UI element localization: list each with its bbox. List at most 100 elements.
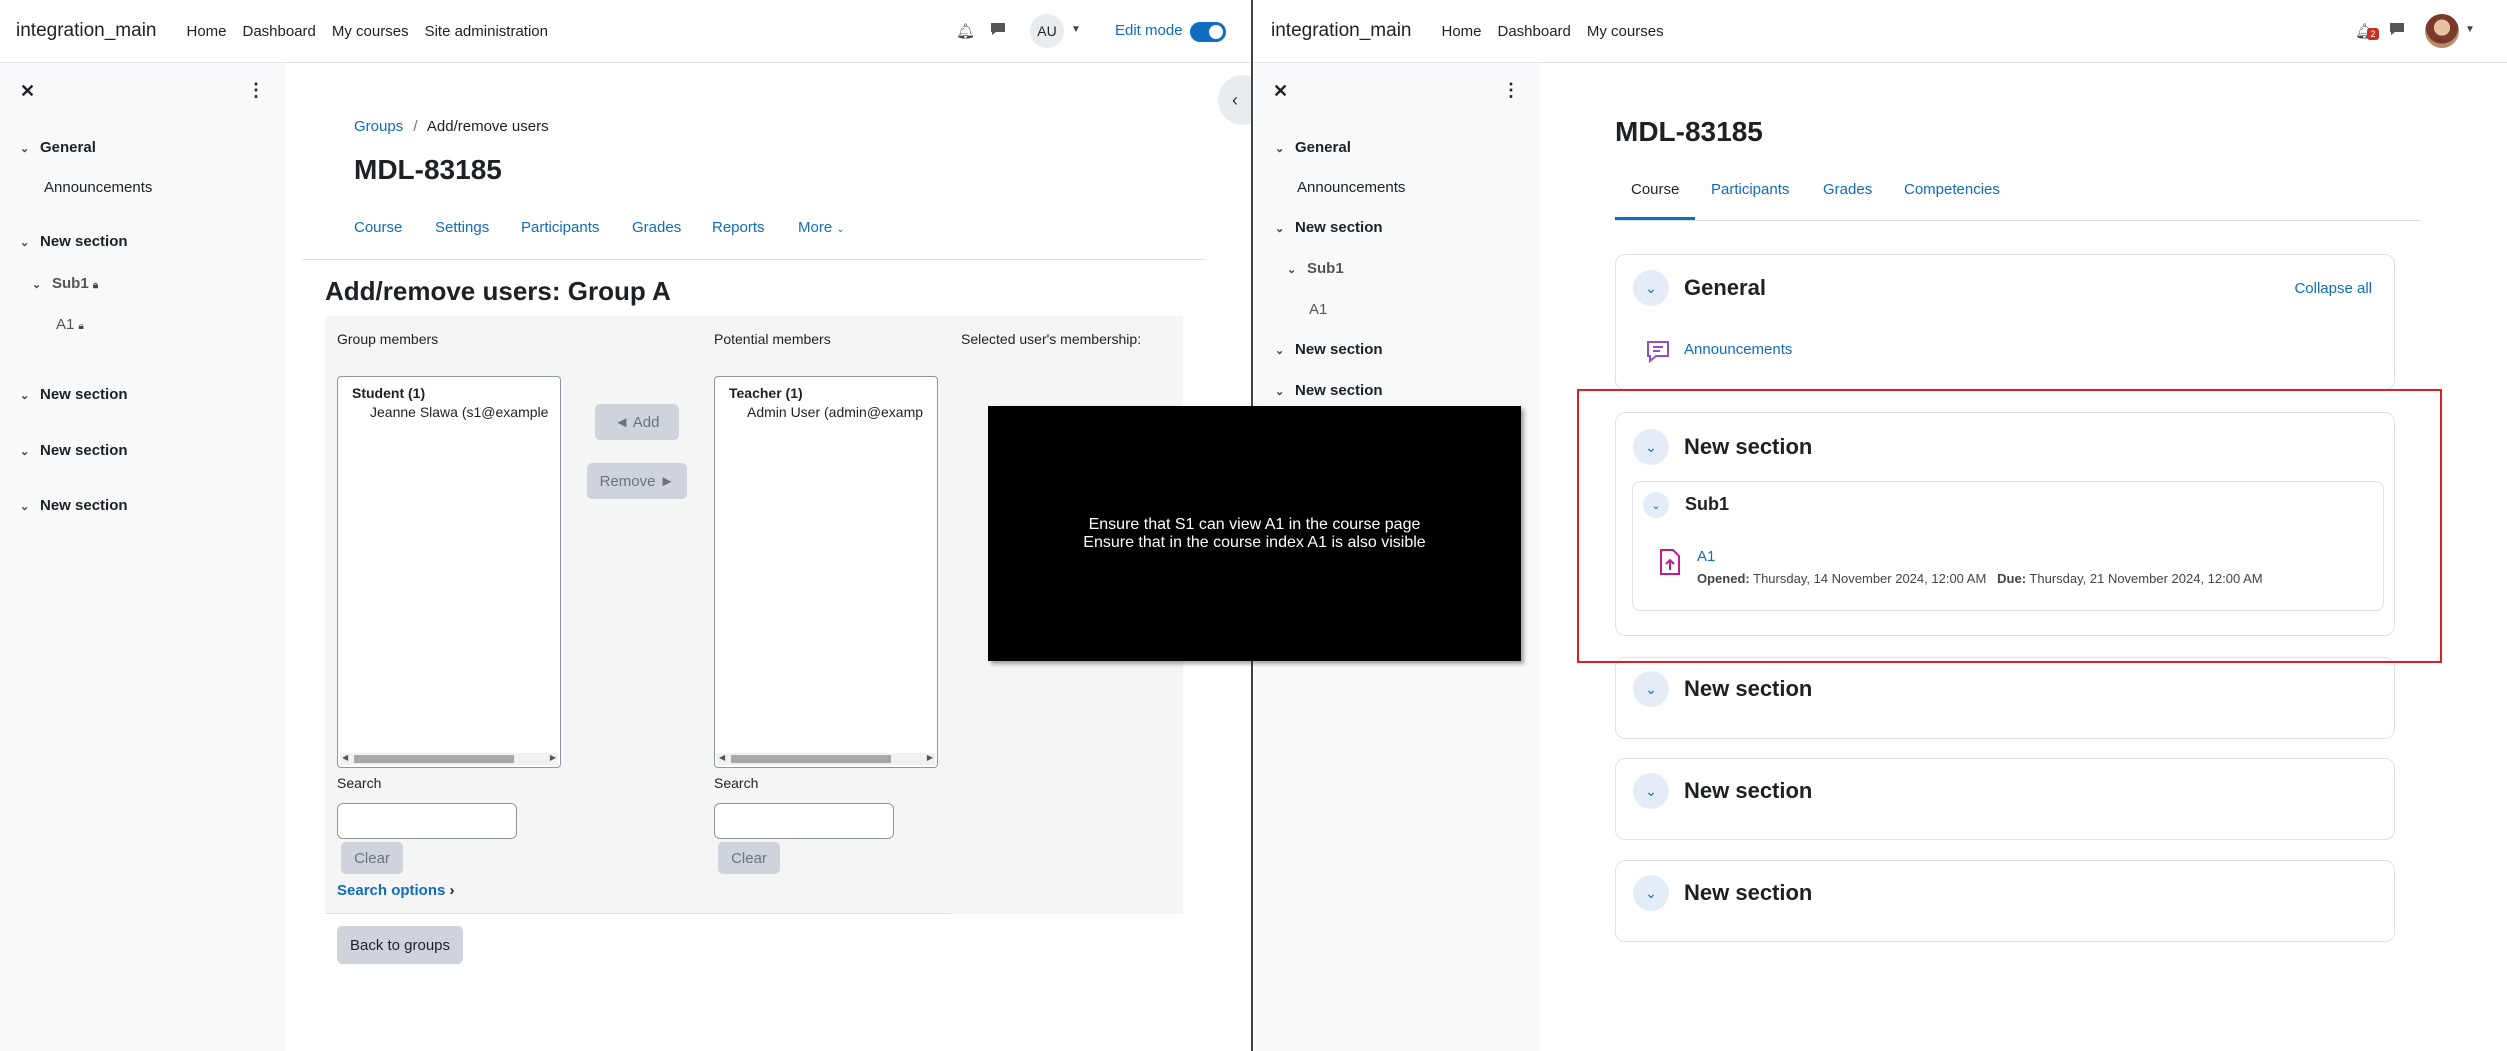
- page-heading: Add/remove users: Group A: [325, 276, 671, 306]
- chevron-down-icon[interactable]: ⌄: [1633, 270, 1669, 306]
- chevron-down-icon[interactable]: ⌄: [1275, 222, 1295, 235]
- breadcrumb: Groups / Add/remove users: [354, 118, 549, 135]
- chevron-down-icon[interactable]: ⌄: [1287, 263, 1307, 276]
- more-options-icon[interactable]: ⋮: [247, 80, 265, 101]
- instruction-line: Ensure that S1 can view A1 in the course…: [1088, 515, 1421, 533]
- nav-my-courses[interactable]: My courses: [1587, 23, 1664, 40]
- tab-grades[interactable]: Grades: [632, 219, 681, 236]
- chevron-down-icon[interactable]: ⌄: [1633, 773, 1669, 809]
- chevron-down-icon[interactable]: ⌄: [20, 389, 40, 402]
- nav-home[interactable]: Home: [1441, 23, 1481, 40]
- course-index-activity[interactable]: Announcements: [1297, 179, 1405, 196]
- chat-icon[interactable]: [2389, 21, 2405, 41]
- course-index-activity[interactable]: Announcements: [44, 179, 152, 196]
- collapse-all-link[interactable]: Collapse all: [2294, 280, 2372, 297]
- search-options-link[interactable]: Search options ›: [337, 882, 455, 899]
- section-card-general: ⌄ General Collapse all Announcements: [1615, 254, 2395, 390]
- horizontal-scrollbar[interactable]: ◀ ▶: [717, 753, 935, 765]
- tabs-divider: [303, 259, 1205, 260]
- course-index-section[interactable]: ⌄ New section: [1275, 341, 1383, 358]
- selected-membership-label: Selected user's membership:: [961, 331, 1142, 347]
- chevron-down-icon: ⌄: [836, 224, 845, 235]
- nav-my-courses[interactable]: My courses: [332, 23, 409, 40]
- tab-reports[interactable]: Reports: [712, 219, 765, 236]
- bell-icon[interactable]: 🔔︎: [956, 22, 975, 40]
- group-members-search-input[interactable]: [337, 803, 517, 839]
- clear-button[interactable]: Clear: [718, 842, 780, 874]
- breadcrumb-groups[interactable]: Groups: [354, 118, 403, 135]
- course-index-subsection[interactable]: ⌄ Sub1 🔒︎: [32, 275, 98, 292]
- top-navbar: integration_main Home Dashboard My cours…: [0, 0, 1251, 63]
- course-index-section[interactable]: ⌄ New section: [20, 233, 128, 250]
- listbox-option[interactable]: Jeanne Slawa (s1@example: [370, 404, 548, 420]
- course-index-section[interactable]: ⌄ New section: [20, 497, 128, 514]
- chevron-down-icon[interactable]: ⌄: [20, 500, 40, 513]
- tab-competencies[interactable]: Competencies: [1904, 181, 2000, 198]
- highlight-rectangle: [1577, 389, 2442, 663]
- chevron-right-icon: ›: [449, 882, 455, 899]
- close-icon[interactable]: ✕: [1273, 81, 1288, 102]
- clear-button[interactable]: Clear: [341, 842, 403, 874]
- chevron-down-icon[interactable]: ⌄: [1633, 671, 1669, 707]
- form-divider: [325, 913, 951, 914]
- tabs-divider: [1615, 220, 2421, 221]
- course-title: MDL-83185: [1615, 116, 1763, 147]
- user-avatar[interactable]: AU: [1030, 14, 1064, 48]
- chevron-down-icon[interactable]: ⌄: [1275, 344, 1295, 357]
- search-label: Search: [337, 775, 382, 791]
- section-card-new-section: ⌄ New section: [1615, 657, 2395, 739]
- section-title: General: [1684, 275, 1766, 300]
- instruction-line: Ensure that in the course index A1 is al…: [1083, 533, 1426, 551]
- tab-settings[interactable]: Settings: [435, 219, 489, 236]
- tab-more[interactable]: More ⌄: [798, 219, 845, 236]
- nav-home[interactable]: Home: [186, 23, 226, 40]
- horizontal-scrollbar[interactable]: ◀ ▶: [340, 753, 558, 765]
- announcements-link[interactable]: Announcements: [1684, 341, 1792, 358]
- site-brand[interactable]: integration_main: [1271, 20, 1411, 42]
- course-index-section[interactable]: ⌄ New section: [20, 442, 128, 459]
- course-index-section[interactable]: ⌄ New section: [1275, 219, 1383, 236]
- add-button[interactable]: ◄ Add: [595, 404, 679, 440]
- course-index-section[interactable]: ⌄ New section: [20, 386, 128, 403]
- course-index-section[interactable]: ⌄ General: [20, 139, 96, 156]
- back-to-groups-button[interactable]: Back to groups: [337, 926, 463, 964]
- close-icon[interactable]: ✕: [20, 81, 35, 102]
- course-index-section[interactable]: ⌄ General: [1275, 139, 1351, 156]
- group-members-label: Group members: [337, 331, 439, 347]
- tab-participants[interactable]: Participants: [1711, 181, 1789, 198]
- user-avatar[interactable]: [2425, 14, 2459, 48]
- section-card-new-section: ⌄ New section: [1615, 860, 2395, 942]
- nav-dashboard[interactable]: Dashboard: [243, 23, 316, 40]
- chevron-down-icon[interactable]: ⌄: [20, 142, 40, 155]
- chevron-down-icon[interactable]: ⌄: [1633, 875, 1669, 911]
- potential-members-listbox[interactable]: Teacher (1) Admin User (admin@examp ◀ ▶: [714, 376, 938, 768]
- tab-participants[interactable]: Participants: [521, 219, 599, 236]
- site-brand[interactable]: integration_main: [16, 20, 156, 42]
- course-index-activity[interactable]: A1 🔒︎: [56, 316, 84, 333]
- block-drawer-toggle[interactable]: ‹: [1218, 75, 1251, 125]
- chat-icon[interactable]: [990, 21, 1006, 41]
- more-options-icon[interactable]: ⋮: [1502, 80, 1520, 101]
- chevron-down-icon[interactable]: ▼: [1071, 24, 1081, 35]
- course-index-subsection[interactable]: ⌄ Sub1: [1287, 260, 1344, 277]
- tab-grades[interactable]: Grades: [1823, 181, 1872, 198]
- group-members-listbox[interactable]: Student (1) Jeanne Slawa (s1@example ◀ ▶: [337, 376, 561, 768]
- chevron-down-icon[interactable]: ⌄: [32, 278, 52, 291]
- chevron-down-icon[interactable]: ⌄: [20, 445, 40, 458]
- search-label: Search: [714, 775, 759, 791]
- chevron-down-icon[interactable]: ▼: [2465, 24, 2475, 35]
- nav-site-administration[interactable]: Site administration: [425, 23, 548, 40]
- edit-mode-toggle[interactable]: [1190, 22, 1226, 42]
- listbox-option[interactable]: Admin User (admin@examp: [747, 404, 923, 420]
- course-index-drawer: ✕ ⋮ ⌄ General Announcements ⌄ New section …: [0, 63, 285, 1051]
- course-index-activity[interactable]: A1: [1309, 301, 1327, 318]
- nav-dashboard[interactable]: Dashboard: [1498, 23, 1571, 40]
- chevron-down-icon[interactable]: ⌄: [1275, 385, 1295, 398]
- tab-course[interactable]: Course: [354, 219, 402, 236]
- chevron-down-icon[interactable]: ⌄: [1275, 142, 1295, 155]
- chevron-down-icon[interactable]: ⌄: [20, 236, 40, 249]
- tab-course[interactable]: Course: [1631, 181, 1679, 198]
- potential-members-search-input[interactable]: [714, 803, 894, 839]
- remove-button[interactable]: Remove ►: [587, 463, 687, 499]
- course-index-section[interactable]: ⌄ New section: [1275, 382, 1383, 399]
